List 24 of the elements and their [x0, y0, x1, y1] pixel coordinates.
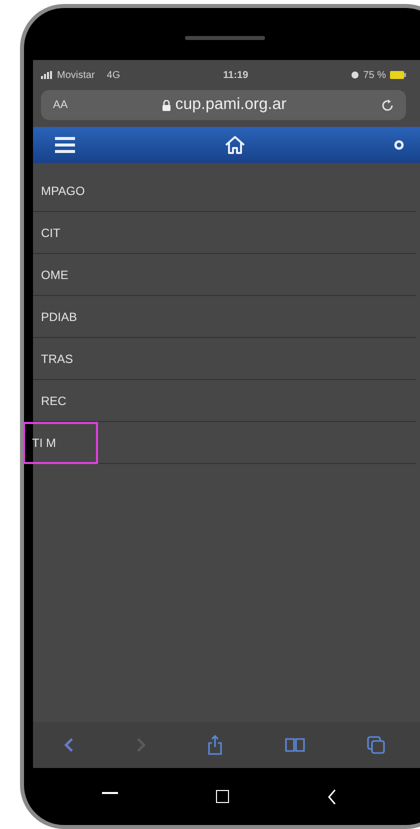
reload-icon[interactable] — [380, 98, 394, 112]
home-button[interactable] — [216, 790, 229, 803]
home-icon[interactable] — [224, 135, 246, 155]
network-type: 4G — [106, 68, 120, 82]
tabs-icon[interactable] — [367, 736, 386, 754]
menu-icon[interactable] — [55, 137, 75, 153]
address-bar[interactable]: AA cup.pami.org.ar — [41, 90, 406, 120]
clock-time: 11:19 — [223, 68, 248, 82]
battery-icon — [390, 71, 406, 79]
share-icon[interactable] — [207, 735, 224, 755]
text-size-button[interactable]: AA — [53, 96, 68, 114]
menu-item[interactable]: OME — [35, 266, 74, 284]
book-icon[interactable] — [285, 738, 306, 752]
carrier-name: Movistar — [57, 68, 95, 82]
signal-icon — [41, 71, 53, 79]
menu-item[interactable]: REC — [35, 392, 72, 410]
url-text: cup.pami.org.ar — [175, 95, 286, 115]
battery-percent: 75 % — [363, 68, 386, 82]
menu-item[interactable]: CIT — [35, 224, 66, 242]
menu-item[interactable]: TRAS — [35, 350, 80, 368]
menu-item[interactable]: PDIAB — [35, 308, 84, 326]
lock-icon — [162, 100, 172, 110]
menu-item[interactable]: MPAGO — [35, 182, 91, 200]
menu-item[interactable]: TI M — [23, 422, 98, 464]
